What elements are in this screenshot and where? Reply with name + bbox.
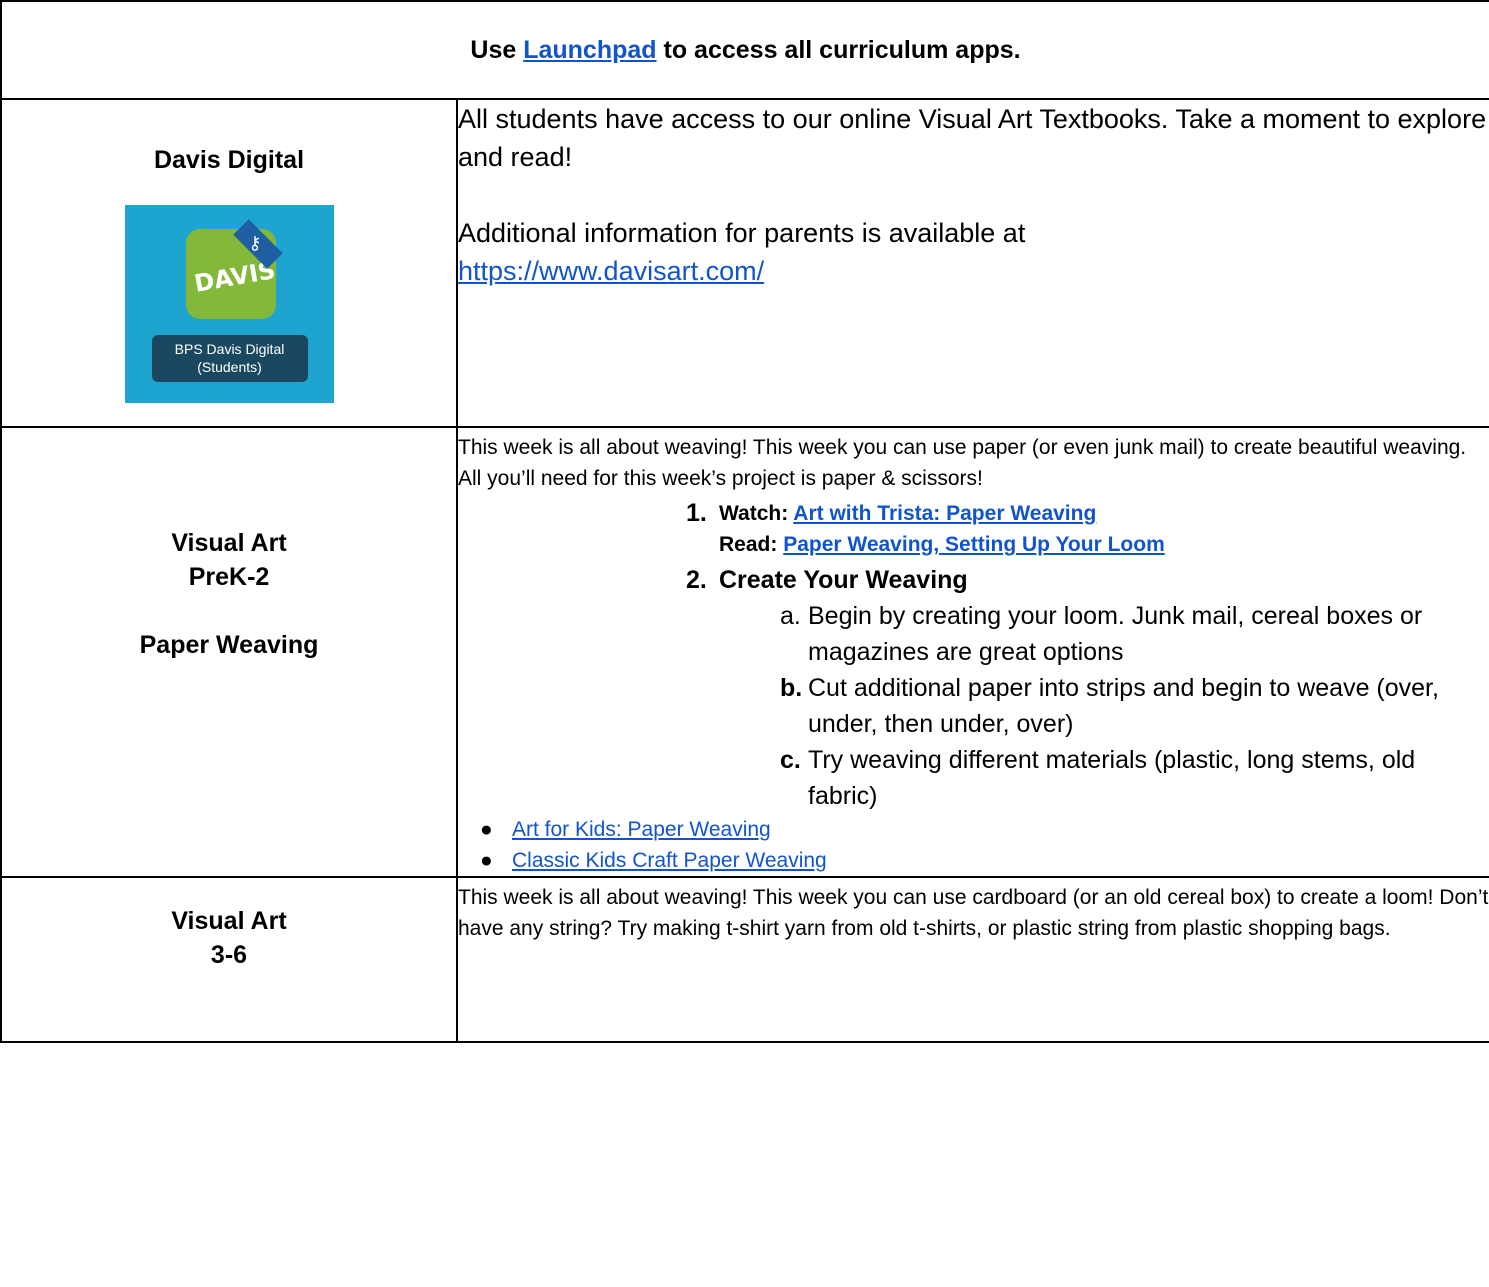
header-text: Use Launchpad to access all curriculum a…: [470, 36, 1020, 64]
setting-up-loom-link[interactable]: Paper Weaving, Setting Up Your Loom: [783, 533, 1165, 556]
grades-3-6-title-line2: 3-6: [210, 941, 248, 969]
prek-title-cell: Visual Art PreK-2 Paper Weaving: [0, 426, 458, 878]
davis-app-icon: DAVIS ⚷: [185, 219, 283, 319]
prek-substep-b: b. Cut additional paper into strips and …: [458, 670, 1489, 742]
watch-label: Watch:: [719, 502, 794, 525]
prek-step-2: 2. Create Your Weaving: [458, 563, 1489, 598]
davis-title-cell: Davis Digital DAVIS ⚷ BPS Davis Digital …: [0, 98, 458, 428]
davis-parents-text: Additional information for parents is av…: [458, 218, 1026, 248]
bullet-icon: ●: [480, 849, 493, 872]
prek-content-cell: This week is all about weaving! This wee…: [455, 426, 1489, 878]
grades-3-6-title-line1: Visual Art: [171, 907, 287, 935]
grades-3-6-content-cell: This week is all about weaving! This wee…: [455, 876, 1489, 1043]
prek-substep-a-letter: a.: [780, 602, 801, 630]
header-prefix: Use: [470, 35, 524, 64]
prek-step-2-number: 2.: [686, 566, 707, 594]
key-icon: ⚷: [248, 233, 262, 253]
davis-app-label: BPS Davis Digital (Students): [151, 335, 308, 382]
bullet-icon: ●: [480, 818, 493, 841]
davis-app-label-line2: (Students): [197, 359, 262, 375]
prek-intro-text: This week is all about weaving! This wee…: [458, 436, 1467, 490]
prek-title-line3: Paper Weaving: [139, 631, 319, 659]
grades-3-6-row: Visual Art 3-6 This week is all about we…: [0, 876, 1489, 1043]
prek-title-line1: Visual Art: [171, 529, 287, 557]
classic-kids-craft-link[interactable]: Classic Kids Craft Paper Weaving: [512, 849, 827, 872]
header-cell: Use Launchpad to access all curriculum a…: [0, 0, 1489, 100]
launchpad-link[interactable]: Launchpad: [523, 36, 656, 64]
bullet-item-1: ● Art for Kids: Paper Weaving: [458, 814, 1489, 845]
prek-substep-c-text: Try weaving different materials (plastic…: [808, 746, 1416, 810]
header-row: Use Launchpad to access all curriculum a…: [0, 0, 1489, 100]
davis-title: Davis Digital: [153, 146, 305, 174]
prek-steps: 1. Watch: Art with Trista: Paper Weaving…: [458, 498, 1489, 814]
grades-3-6-text: This week is all about weaving! This wee…: [458, 886, 1489, 940]
prek-step-1: 1. Watch: Art with Trista: Paper Weaving…: [458, 498, 1489, 560]
prek-substep-a: a. Begin by creating your loom. Junk mai…: [458, 598, 1489, 670]
davis-row: Davis Digital DAVIS ⚷ BPS Davis Digital …: [0, 98, 1489, 428]
davis-digital-app-logo[interactable]: DAVIS ⚷ BPS Davis Digital (Students): [124, 205, 334, 403]
art-for-kids-link[interactable]: Art for Kids: Paper Weaving: [512, 818, 771, 841]
davisart-link[interactable]: https://www.davisart.com/: [458, 256, 764, 286]
prek-substep-c: c. Try weaving different materials (plas…: [458, 742, 1489, 814]
art-with-trista-link[interactable]: Art with Trista: Paper Weaving: [793, 502, 1096, 525]
prek-title-line2: PreK-2: [188, 563, 270, 591]
read-label: Read:: [719, 533, 784, 556]
prek-step-2-title: Create Your Weaving: [719, 566, 968, 594]
davis-app-label-line1: BPS Davis Digital: [174, 341, 285, 357]
prek-substep-b-text: Cut additional paper into strips and beg…: [808, 674, 1439, 738]
prek-row: Visual Art PreK-2 Paper Weaving This wee…: [0, 426, 1489, 878]
prek-step-1-number: 1.: [686, 499, 707, 527]
davis-intro-text: All students have access to our online V…: [458, 104, 1487, 172]
grades-3-6-title-cell: Visual Art 3-6: [0, 876, 458, 1043]
curriculum-table: Use Launchpad to access all curriculum a…: [0, 0, 1489, 1043]
prek-substep-b-letter: b.: [780, 674, 803, 702]
prek-substep-c-letter: c.: [780, 746, 801, 774]
prek-substep-a-text: Begin by creating your loom. Junk mail, …: [808, 602, 1423, 666]
bullet-item-2: ● Classic Kids Craft Paper Weaving: [458, 845, 1489, 876]
header-suffix: to access all curriculum apps.: [656, 35, 1021, 64]
davis-content-cell: All students have access to our online V…: [455, 98, 1489, 428]
